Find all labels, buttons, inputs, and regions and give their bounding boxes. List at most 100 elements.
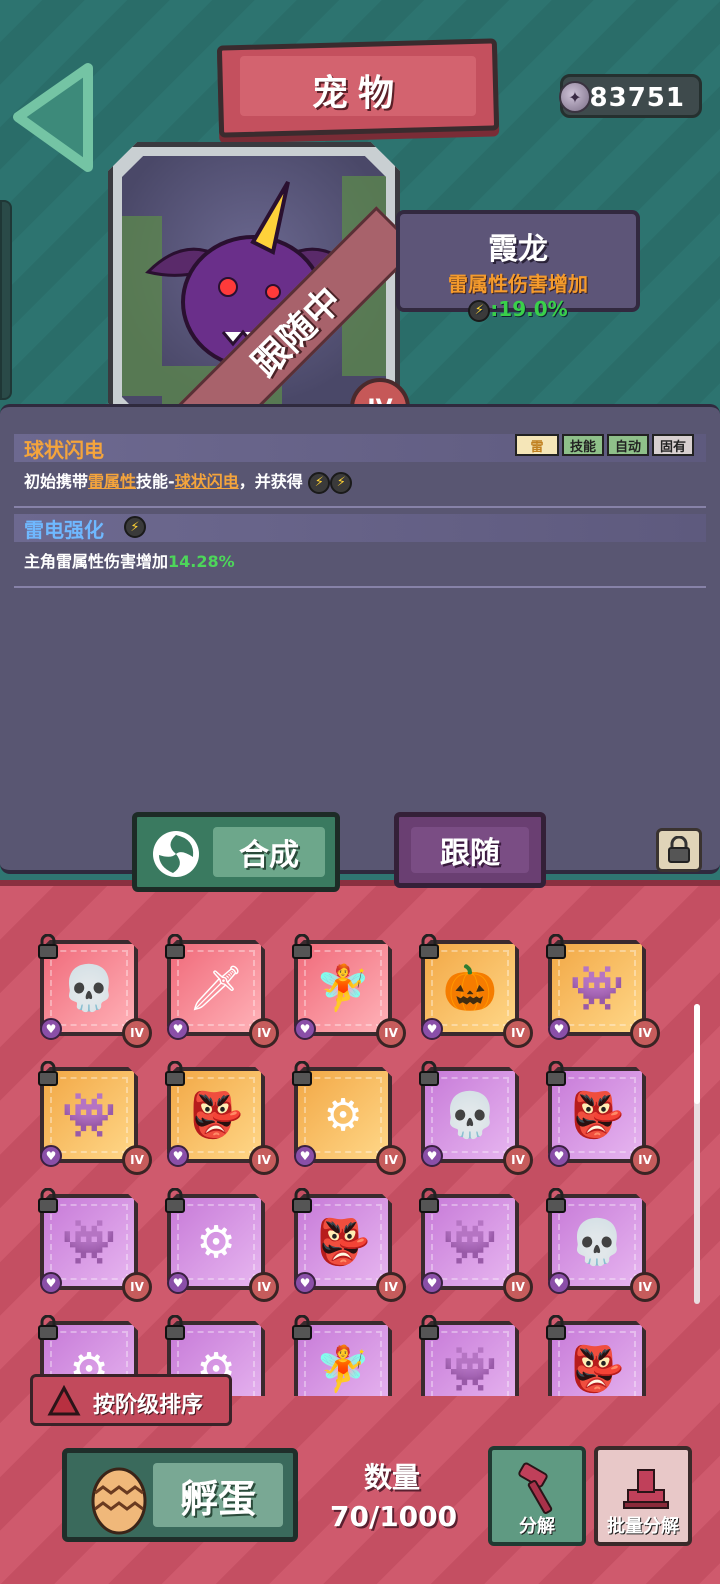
hatch-button[interactable]: 孵蛋	[62, 1448, 298, 1542]
affinity-icon: ♥	[294, 1272, 316, 1294]
hammer-icon	[518, 1462, 553, 1514]
batch-decompose-button[interactable]: 批量分解	[594, 1446, 692, 1546]
pet-card[interactable]: 👾♥IV	[536, 934, 660, 1048]
tier-badge: IV	[249, 1018, 279, 1048]
lock-icon	[546, 1315, 566, 1340]
lock-icon	[165, 1315, 185, 1340]
tier-badge: IV	[249, 1272, 279, 1302]
decompose-button[interactable]: 分解	[488, 1446, 586, 1546]
pet-card[interactable]: 🧚♥IV	[282, 1315, 392, 1396]
gem-coin-icon: ✦	[559, 81, 591, 113]
pet-card[interactable]: 🧚♥IV	[282, 934, 406, 1048]
tier-badge: IV	[249, 1145, 279, 1175]
lock-icon	[292, 1188, 312, 1213]
tag-auto: 自动	[606, 434, 649, 456]
tier-badge: IV	[630, 1018, 660, 1048]
count-value: 70/1000	[330, 1500, 458, 1533]
affinity-icon: ♥	[167, 1272, 189, 1294]
swirl-icon	[153, 831, 199, 877]
pet-bonus-line: ⚡:19.0%	[400, 297, 636, 322]
pet-card[interactable]: 👾♥IV	[409, 1188, 533, 1302]
pet-info-box: 霞龙 雷属性伤害增加 ⚡:19.0%	[396, 210, 640, 322]
pet-card[interactable]: 🗡 ♥ IV	[155, 934, 279, 1048]
affinity-icon: ♥	[421, 1145, 443, 1167]
tag-skill: 技能	[561, 434, 604, 456]
lock-icon	[165, 1061, 185, 1086]
lock-icon	[38, 1315, 58, 1340]
pet-card[interactable]: ⚙♥IV	[282, 1061, 406, 1175]
tier-badge: IV	[376, 1018, 406, 1048]
pet-card[interactable]: 💀 ♥ IV	[536, 1188, 660, 1302]
lightning-icon: ⚡	[330, 471, 353, 494]
lock-icon	[292, 1315, 312, 1340]
pet-card[interactable]: 👺♥IV	[155, 1061, 279, 1175]
skill-title: 球状闪电	[24, 438, 104, 462]
affinity-icon: ♥	[40, 1145, 62, 1167]
lock-icon	[165, 934, 185, 959]
affinity-icon: ♥	[167, 1145, 189, 1167]
tier-badge: IV	[122, 1145, 152, 1175]
pet-card[interactable]: 👾♥IV	[409, 1315, 519, 1396]
lock-toggle-button[interactable]	[656, 828, 702, 872]
affinity-icon: ♥	[548, 1272, 570, 1294]
affinity-icon: ♥	[421, 1272, 443, 1294]
affinity-icon: ♥	[294, 1145, 316, 1167]
triangle-icon	[47, 1385, 81, 1416]
lock-icon	[38, 934, 58, 959]
pet-card[interactable]: 💀 ♥ IV	[409, 1061, 533, 1175]
lightning-icon: ⚡	[468, 299, 491, 322]
pet-bonus-value: :19.0%	[490, 297, 568, 321]
grid-scrollbar[interactable]	[694, 1004, 700, 1304]
tier-badge: IV	[376, 1272, 406, 1302]
lock-icon	[292, 1061, 312, 1086]
tier-badge: IV	[503, 1272, 533, 1302]
lightning-icon: ⚡	[124, 516, 146, 538]
lock-icon	[38, 1188, 58, 1213]
pet-card[interactable]: 👺♥IV	[536, 1315, 646, 1396]
divider	[14, 586, 706, 588]
pet-card[interactable]: 🎃 ♥ IV	[409, 934, 533, 1048]
egg-icon	[91, 1467, 147, 1535]
currency-value: 83751	[589, 83, 685, 113]
tier-badge: IV	[122, 1018, 152, 1048]
lock-icon	[38, 1061, 58, 1086]
affinity-icon: ♥	[548, 1145, 570, 1167]
tag-thunder: 雷	[514, 434, 559, 456]
pet-name: 霞龙	[488, 232, 548, 267]
skill-desc-2: 主角雷属性伤害增加14.28%	[24, 552, 235, 571]
pet-card[interactable]: 👾♥IV	[28, 1061, 152, 1175]
pet-card[interactable]: 👾♥IV	[28, 1188, 152, 1302]
skill-title: 雷电强化	[24, 518, 104, 542]
affinity-icon: ♥	[40, 1272, 62, 1294]
merge-button[interactable]: 合成	[132, 812, 340, 892]
page-title: 宠物	[311, 73, 404, 114]
affinity-icon: ♥	[167, 1018, 189, 1040]
tier-badge: IV	[122, 1272, 152, 1302]
lock-icon	[292, 934, 312, 959]
pet-card[interactable]: 💀 ♥ IV	[28, 934, 152, 1048]
tier-badge: IV	[630, 1145, 660, 1175]
lock-icon	[419, 1188, 439, 1213]
tier-badge: IV	[503, 1018, 533, 1048]
title-plate: 宠物	[216, 38, 500, 138]
affinity-icon: ♥	[421, 1018, 443, 1040]
lightning-icon: ⚡	[308, 471, 331, 494]
back-arrow-icon[interactable]	[8, 60, 98, 175]
pet-card[interactable]: ⚙♥IV	[155, 1188, 279, 1302]
tier-badge: IV	[503, 1145, 533, 1175]
affinity-icon: ♥	[548, 1018, 570, 1040]
lock-icon	[546, 1061, 566, 1086]
follow-button[interactable]: 跟随	[394, 812, 546, 888]
skill-desc-1: 初始携带雷属性技能-球状闪电，并获得 ⚡ ⚡	[24, 468, 353, 494]
sort-by-tier-button[interactable]: 按阶级排序	[30, 1374, 232, 1426]
pet-card[interactable]: 👺♥IV	[536, 1061, 660, 1175]
side-drawer-tab[interactable]	[0, 200, 12, 400]
pet-bonus-desc: 雷属性伤害增加	[448, 272, 588, 296]
currency-display: ✦ 83751	[559, 74, 702, 118]
affinity-icon: ♥	[40, 1018, 62, 1040]
stamp-icon	[623, 1469, 669, 1509]
lock-icon	[419, 934, 439, 959]
divider	[14, 506, 706, 508]
pet-card[interactable]: 👺♥IV	[282, 1188, 406, 1302]
affinity-icon: ♥	[294, 1018, 316, 1040]
